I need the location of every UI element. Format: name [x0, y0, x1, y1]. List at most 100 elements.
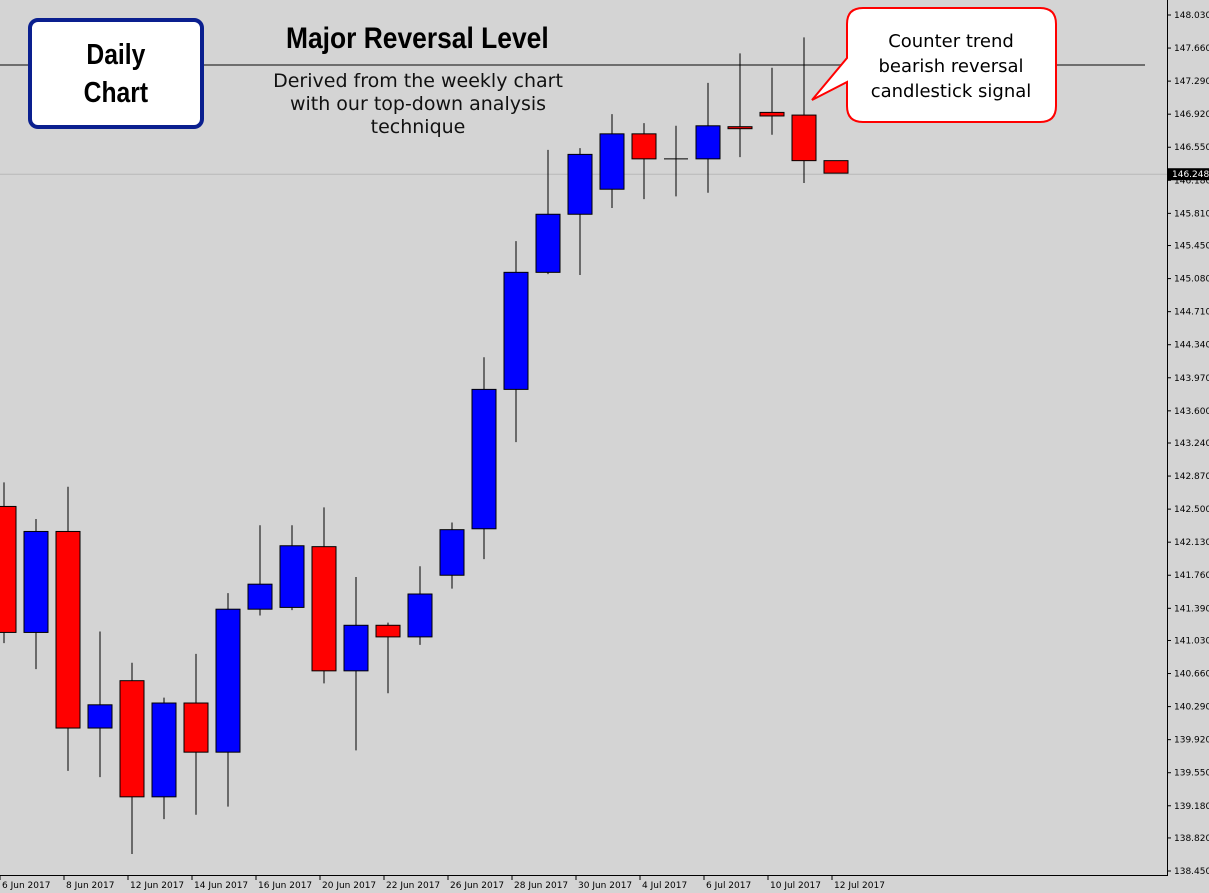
y-tick-label: 139.180: [1174, 802, 1209, 812]
y-tick-label: 142.130: [1174, 538, 1209, 548]
candle: [407, 566, 433, 645]
candle-body: [87, 704, 113, 729]
candle-body: [247, 583, 273, 610]
x-tick-label: 30 Jun 2017: [578, 881, 632, 891]
annotation-callout: Counter trend bearish reversal candlesti…: [811, 7, 1057, 123]
candle: [215, 593, 241, 807]
x-tick-label: 12 Jun 2017: [130, 881, 184, 891]
candle-body: [343, 624, 369, 672]
y-tick-label: 144.340: [1174, 341, 1209, 351]
y-tick-label: 138.820: [1174, 834, 1209, 844]
y-tick-label: 140.290: [1174, 703, 1209, 713]
x-tick-label: 6 Jul 2017: [706, 881, 751, 891]
candle: [279, 525, 305, 611]
candle-body: [471, 388, 497, 530]
candle-body: [0, 505, 17, 633]
candle: [439, 522, 465, 589]
candle: [23, 518, 49, 670]
y-tick-label: 145.450: [1174, 242, 1209, 252]
candle: [503, 241, 529, 443]
candle: [375, 622, 401, 694]
candle-body: [119, 680, 145, 798]
x-tick-label: 16 Jun 2017: [258, 881, 312, 891]
candle-body: [599, 133, 625, 190]
candle: [567, 148, 593, 276]
candle: [311, 507, 337, 684]
candle: [343, 577, 369, 751]
y-tick-label: 145.080: [1174, 275, 1209, 285]
candle: [631, 123, 657, 200]
candle-body: [759, 111, 785, 117]
candle: [695, 82, 721, 193]
y-tick-label: 140.660: [1174, 670, 1209, 680]
candle: [247, 525, 273, 616]
candle-body: [55, 530, 81, 729]
current-price-label: 146.248: [1172, 170, 1209, 180]
x-tick-label: 14 Jun 2017: [194, 881, 248, 891]
candle: [471, 357, 497, 560]
x-tick-label: 12 Jul 2017: [834, 881, 885, 891]
y-tick-label: 141.390: [1174, 604, 1209, 614]
current-price-tag: 146.248: [1168, 168, 1209, 181]
x-tick-label: 20 Jun 2017: [322, 881, 376, 891]
x-tick-label: 22 Jun 2017: [386, 881, 440, 891]
x-tick-label: 6 Jun 2017: [2, 881, 50, 891]
y-tick-label: 145.810: [1174, 209, 1209, 219]
y-tick-label: 147.290: [1174, 77, 1209, 87]
candle: [151, 697, 177, 820]
candle: [87, 631, 113, 778]
candle-body: [631, 133, 657, 160]
y-tick-label: 142.870: [1174, 472, 1209, 482]
y-tick-label: 146.550: [1174, 143, 1209, 153]
candle: [727, 53, 753, 158]
candle-body: [695, 125, 721, 160]
y-tick-label: 144.710: [1174, 308, 1209, 318]
candle-body: [151, 702, 177, 798]
candle: [119, 662, 145, 855]
timeframe-label: Daily Chart: [83, 38, 149, 109]
candle: [791, 37, 817, 183]
candle-body: [311, 546, 337, 672]
y-tick-label: 148.030: [1174, 11, 1209, 21]
y-tick-label: 138.450: [1174, 867, 1209, 877]
candle-body: [791, 114, 817, 162]
y-tick-label: 143.970: [1174, 374, 1209, 384]
candle: [599, 114, 625, 209]
y-tick-label: 141.030: [1174, 636, 1209, 646]
candle-body: [567, 153, 593, 215]
candle: [535, 149, 561, 275]
callout-line-2: bearish reversal: [878, 56, 1023, 77]
x-tick-label: 26 Jun 2017: [450, 881, 504, 891]
candle-body: [183, 702, 209, 753]
x-tick-label: 10 Jul 2017: [770, 881, 821, 891]
candle-body: [503, 271, 529, 390]
candle: [55, 486, 81, 771]
candle-body: [215, 608, 241, 753]
callout-line-1: Counter trend: [888, 31, 1014, 52]
candlestick-chart: 148.030147.660147.290146.920146.550146.1…: [0, 0, 1209, 891]
candle-body: [279, 545, 305, 608]
x-tick-label: 4 Jul 2017: [642, 881, 687, 891]
y-tick-label: 143.240: [1174, 439, 1209, 449]
candle-body: [23, 530, 49, 633]
candle: [0, 482, 17, 644]
y-tick-label: 141.760: [1174, 571, 1209, 581]
candle-body: [439, 529, 465, 576]
callout-line-3: candlestick signal: [871, 81, 1032, 102]
candle: [183, 653, 209, 815]
y-tick-label: 146.920: [1174, 110, 1209, 120]
candle-body: [375, 624, 401, 638]
x-tick-label: 8 Jun 2017: [66, 881, 114, 891]
candle: [759, 67, 785, 135]
y-tick-label: 143.600: [1174, 407, 1209, 417]
timeframe-label-box: Daily Chart: [28, 18, 204, 129]
y-tick-label: 139.920: [1174, 736, 1209, 746]
y-tick-label: 142.500: [1174, 505, 1209, 515]
candle-body: [535, 213, 561, 273]
x-tick-label: 28 Jun 2017: [514, 881, 568, 891]
candle-body: [727, 126, 753, 130]
y-tick-label: 139.550: [1174, 769, 1209, 779]
candle-body: [823, 160, 849, 174]
chart-subtitle: Derived from the weekly chart with our t…: [273, 70, 563, 138]
candle-body: [407, 593, 433, 638]
